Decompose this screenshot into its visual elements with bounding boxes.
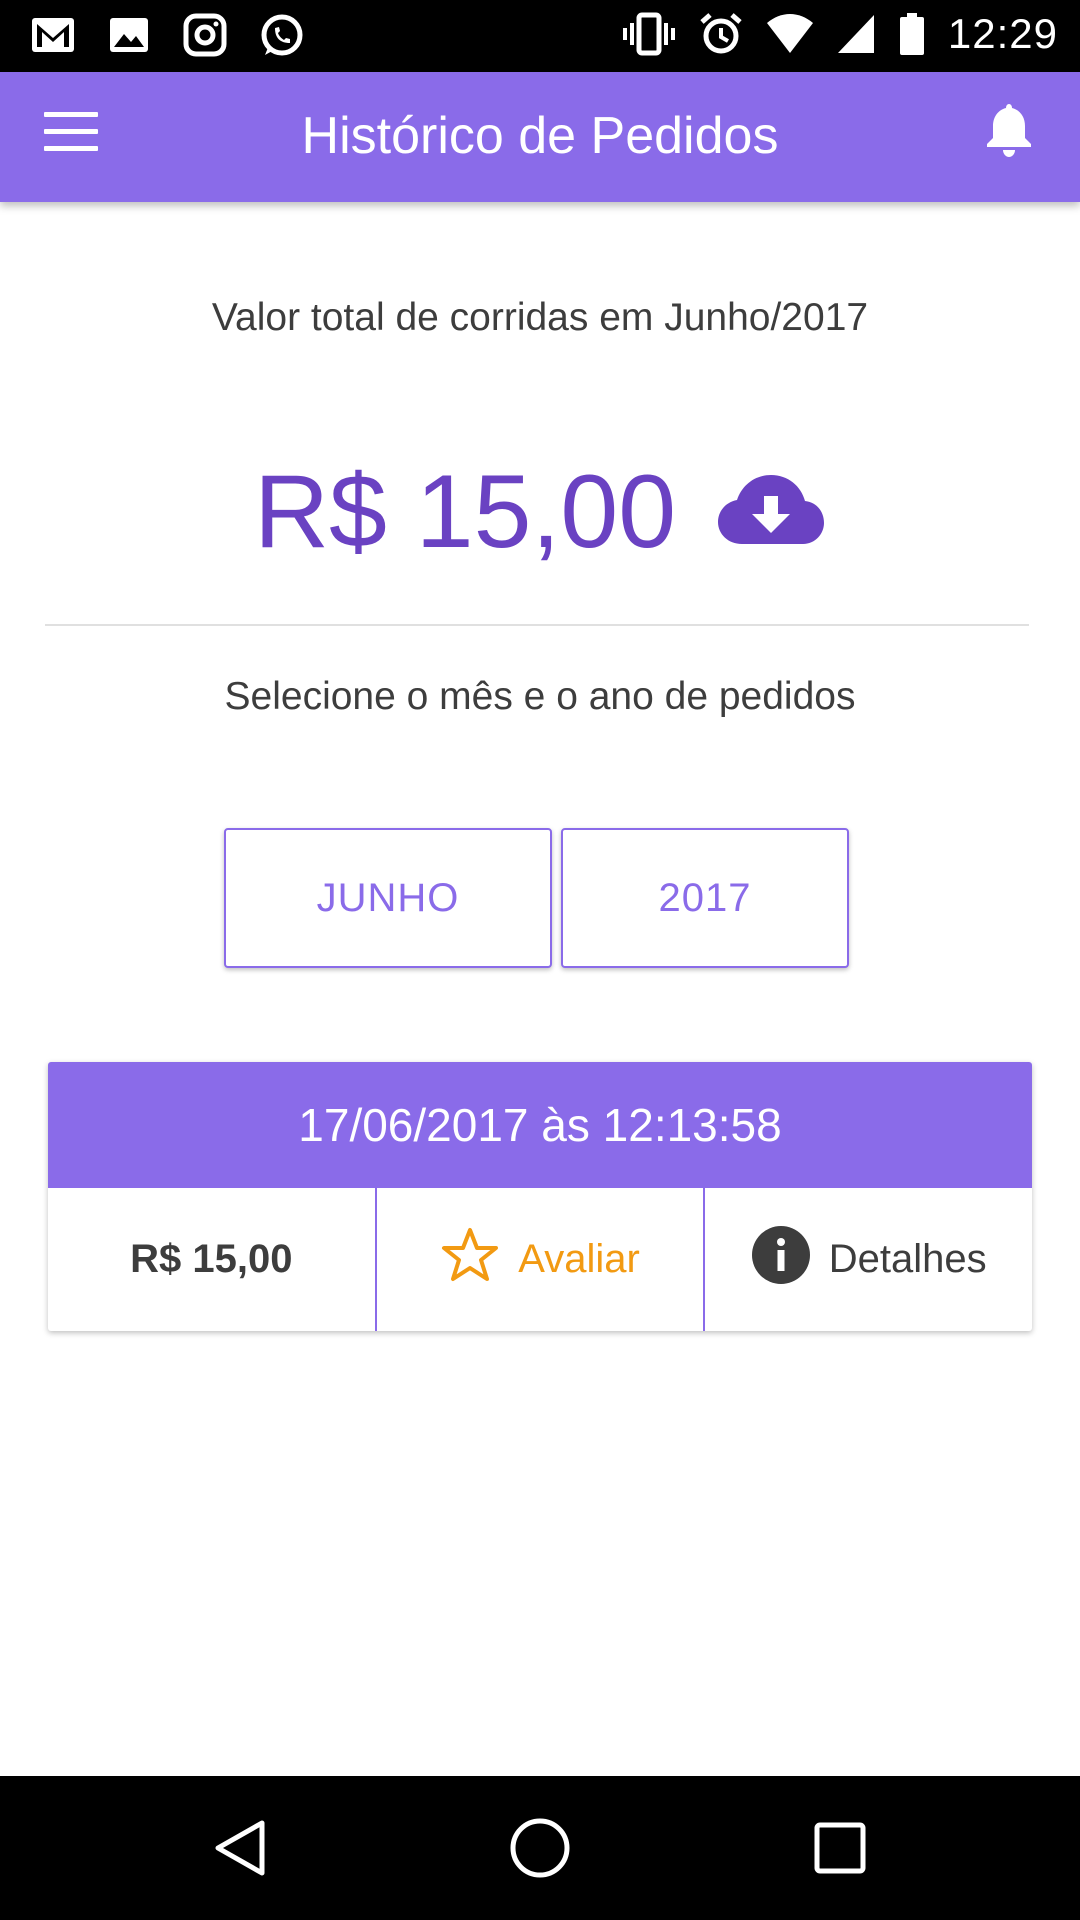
details-button[interactable]: Detalhes xyxy=(703,1188,1032,1331)
battery-icon xyxy=(898,11,926,57)
status-bar: 12:29 xyxy=(0,0,1080,72)
instagram-icon xyxy=(182,12,228,60)
order-card: 17/06/2017 às 12:13:58 R$ 15,00 Avaliar … xyxy=(48,1062,1032,1331)
order-actions: R$ 15,00 Avaliar Detalhes xyxy=(48,1188,1032,1331)
whatsapp-icon xyxy=(258,12,306,60)
status-time: 12:29 xyxy=(947,10,1058,57)
signal-icon xyxy=(836,13,876,55)
month-picker[interactable]: JUNHO xyxy=(224,828,552,968)
total-amount: R$ 15,00 xyxy=(253,453,677,570)
wifi-icon xyxy=(766,13,814,55)
total-label: Valor total de corridas em Junho/2017 xyxy=(211,296,869,339)
rate-label: Avaliar xyxy=(518,1237,640,1281)
divider xyxy=(45,624,1029,626)
vibrate-icon xyxy=(622,11,676,57)
gallery-icon xyxy=(106,12,152,60)
filter-label: Selecione o mês e o ano de pedidos xyxy=(224,675,856,718)
order-datetime: 17/06/2017 às 12:13:58 xyxy=(48,1062,1032,1188)
order-price: R$ 15,00 xyxy=(130,1237,293,1281)
recent-apps-icon[interactable] xyxy=(770,1776,910,1920)
alarm-icon xyxy=(698,11,744,57)
navigation-bar xyxy=(0,1776,1080,1920)
year-picker[interactable]: 2017 xyxy=(561,828,849,968)
page-title: Histórico de Pedidos xyxy=(301,107,779,165)
home-icon[interactable] xyxy=(470,1776,610,1920)
total-row: R$ 15,00 xyxy=(0,452,1080,572)
back-icon[interactable] xyxy=(170,1776,310,1920)
rate-button[interactable]: Avaliar xyxy=(374,1188,704,1331)
cloud-download-icon[interactable] xyxy=(716,472,826,553)
bell-icon[interactable] xyxy=(984,100,1034,163)
details-label: Detalhes xyxy=(828,1237,987,1281)
info-icon xyxy=(751,1225,811,1295)
star-icon xyxy=(440,1226,500,1294)
gmail-icon xyxy=(30,12,76,60)
app-bar: Histórico de Pedidos xyxy=(0,72,1080,202)
